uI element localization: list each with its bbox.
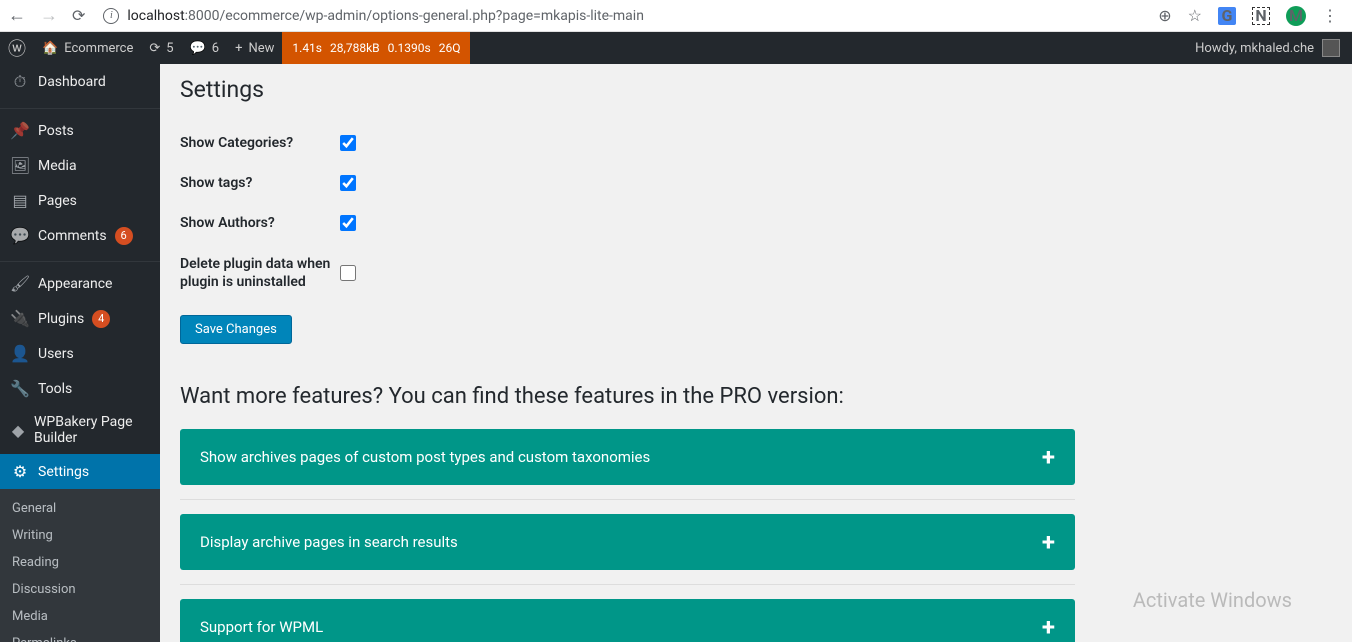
page-title: Settings xyxy=(180,76,1332,103)
menu-wpbakery[interactable]: ◆WPBakery Page Builder xyxy=(0,406,160,454)
submenu-permalinks[interactable]: Permalinks xyxy=(0,630,160,642)
row-show-categories: Show Categories? xyxy=(180,123,1080,163)
submenu-writing[interactable]: Writing xyxy=(0,522,160,549)
menu-plugins[interactable]: 🔌Plugins4 xyxy=(0,301,160,336)
menu-media[interactable]: 🖼Media xyxy=(0,148,160,183)
checkbox-show-authors[interactable] xyxy=(340,215,356,231)
brush-icon: 🖌 xyxy=(10,274,30,293)
submenu-general[interactable]: General xyxy=(0,495,160,522)
checkbox-delete-data[interactable] xyxy=(340,265,356,281)
menu-users[interactable]: 👤Users xyxy=(0,336,160,371)
row-delete-data: Delete plugin data when plugin is uninst… xyxy=(180,243,1080,303)
user-icon: 👤 xyxy=(10,344,30,363)
current-menu-arrow xyxy=(160,394,168,410)
pro-feature-2[interactable]: Support for WPML+ xyxy=(180,599,1075,642)
zoom-icon[interactable]: ⊕ xyxy=(1158,6,1171,25)
translate-icon[interactable]: G xyxy=(1218,7,1236,25)
admin-bar-account[interactable]: Howdy, mkhaled.che xyxy=(1195,39,1352,57)
pro-feature-0[interactable]: Show archives pages of custom post types… xyxy=(180,429,1075,485)
comments-badge: 6 xyxy=(115,227,133,245)
checkbox-show-tags[interactable] xyxy=(340,175,356,191)
settings-submenu: General Writing Reading Discussion Media… xyxy=(0,489,160,642)
submenu-reading[interactable]: Reading xyxy=(0,549,160,576)
wp-logo[interactable]: ⓦ xyxy=(0,32,34,64)
plugins-badge: 4 xyxy=(92,310,110,328)
browser-toolbar: ← → ⟳ i localhost:8000/ecommerce/wp-admi… xyxy=(0,0,1352,32)
dashboard-icon: ⏱ xyxy=(10,72,30,92)
url-text: localhost:8000/ecommerce/wp-admin/option… xyxy=(127,8,644,24)
wpbakery-icon: ◆ xyxy=(10,421,26,440)
back-button[interactable]: ← xyxy=(8,5,26,26)
comments-link[interactable]: 💬6 xyxy=(182,32,228,64)
plus-icon: + xyxy=(1042,613,1055,641)
debug-bar[interactable]: 1.41s 28,788kB 0.1390s 26Q xyxy=(282,32,470,64)
info-icon[interactable]: i xyxy=(103,8,119,24)
tools-icon: 🔧 xyxy=(10,379,30,398)
label-delete-data: Delete plugin data when plugin is uninst… xyxy=(180,255,340,291)
menu-appearance[interactable]: 🖌Appearance xyxy=(0,266,160,301)
plus-icon: + xyxy=(1042,528,1055,556)
label-show-authors: Show Authors? xyxy=(180,215,340,231)
row-show-authors: Show Authors? xyxy=(180,203,1080,243)
forward-button[interactable]: → xyxy=(40,5,58,26)
media-icon: 🖼 xyxy=(10,156,30,175)
nav-arrows: ← → xyxy=(8,5,58,26)
settings-icon: ⚙ xyxy=(10,462,30,481)
profile-avatar[interactable]: M xyxy=(1286,6,1306,26)
home-icon: 🏠 xyxy=(42,41,58,56)
menu-pages[interactable]: ▤Pages xyxy=(0,183,160,218)
main-content: Settings Show Categories? Show tags? Sho… xyxy=(160,32,1352,642)
plugin-icon: 🔌 xyxy=(10,309,30,328)
submenu-media[interactable]: Media xyxy=(0,603,160,630)
checkbox-show-categories[interactable] xyxy=(340,135,356,151)
pro-heading: Want more features? You can find these f… xyxy=(180,384,1332,409)
menu-icon[interactable]: ⋮ xyxy=(1322,6,1338,25)
updates-link[interactable]: ⟳5 xyxy=(141,32,181,64)
pin-icon: 📌 xyxy=(10,121,30,140)
update-icon: ⟳ xyxy=(149,41,160,56)
label-show-tags: Show tags? xyxy=(180,175,340,191)
star-icon[interactable]: ☆ xyxy=(1188,6,1202,25)
row-show-tags: Show tags? xyxy=(180,163,1080,203)
gravatar-icon xyxy=(1322,39,1340,57)
admin-sidebar: ⏱Dashboard 📌Posts 🖼Media ▤Pages 💬Comment… xyxy=(0,32,160,642)
menu-dashboard[interactable]: ⏱Dashboard xyxy=(0,64,160,100)
reload-button[interactable]: ⟳ xyxy=(72,6,85,25)
page-icon: ▤ xyxy=(10,191,30,210)
menu-posts[interactable]: 📌Posts xyxy=(0,113,160,148)
menu-tools[interactable]: 🔧Tools xyxy=(0,371,160,406)
submenu-discussion[interactable]: Discussion xyxy=(0,576,160,603)
new-link[interactable]: +New xyxy=(227,32,282,64)
pro-feature-1[interactable]: Display archive pages in search results+ xyxy=(180,514,1075,570)
plus-icon: + xyxy=(235,41,242,56)
menu-settings[interactable]: ⚙Settings xyxy=(0,454,160,489)
save-button[interactable]: Save Changes xyxy=(180,315,292,344)
url-bar[interactable]: i localhost:8000/ecommerce/wp-admin/opti… xyxy=(99,3,1144,29)
extension-icon[interactable]: N xyxy=(1252,7,1270,25)
comment-icon: 💬 xyxy=(10,226,30,245)
browser-actions: ⊕ ☆ G N M ⋮ xyxy=(1158,6,1344,26)
menu-comments[interactable]: 💬Comments6 xyxy=(0,218,160,253)
wp-admin-bar: ⓦ 🏠Ecommerce ⟳5 💬6 +New 1.41s 28,788kB 0… xyxy=(0,32,1352,64)
windows-watermark: Activate Windows xyxy=(1133,588,1292,612)
settings-form: Show Categories? Show tags? Show Authors… xyxy=(180,123,1080,303)
label-show-categories: Show Categories? xyxy=(180,135,340,151)
site-link[interactable]: 🏠Ecommerce xyxy=(34,32,141,64)
comment-icon: 💬 xyxy=(190,41,206,56)
plus-icon: + xyxy=(1042,443,1055,471)
